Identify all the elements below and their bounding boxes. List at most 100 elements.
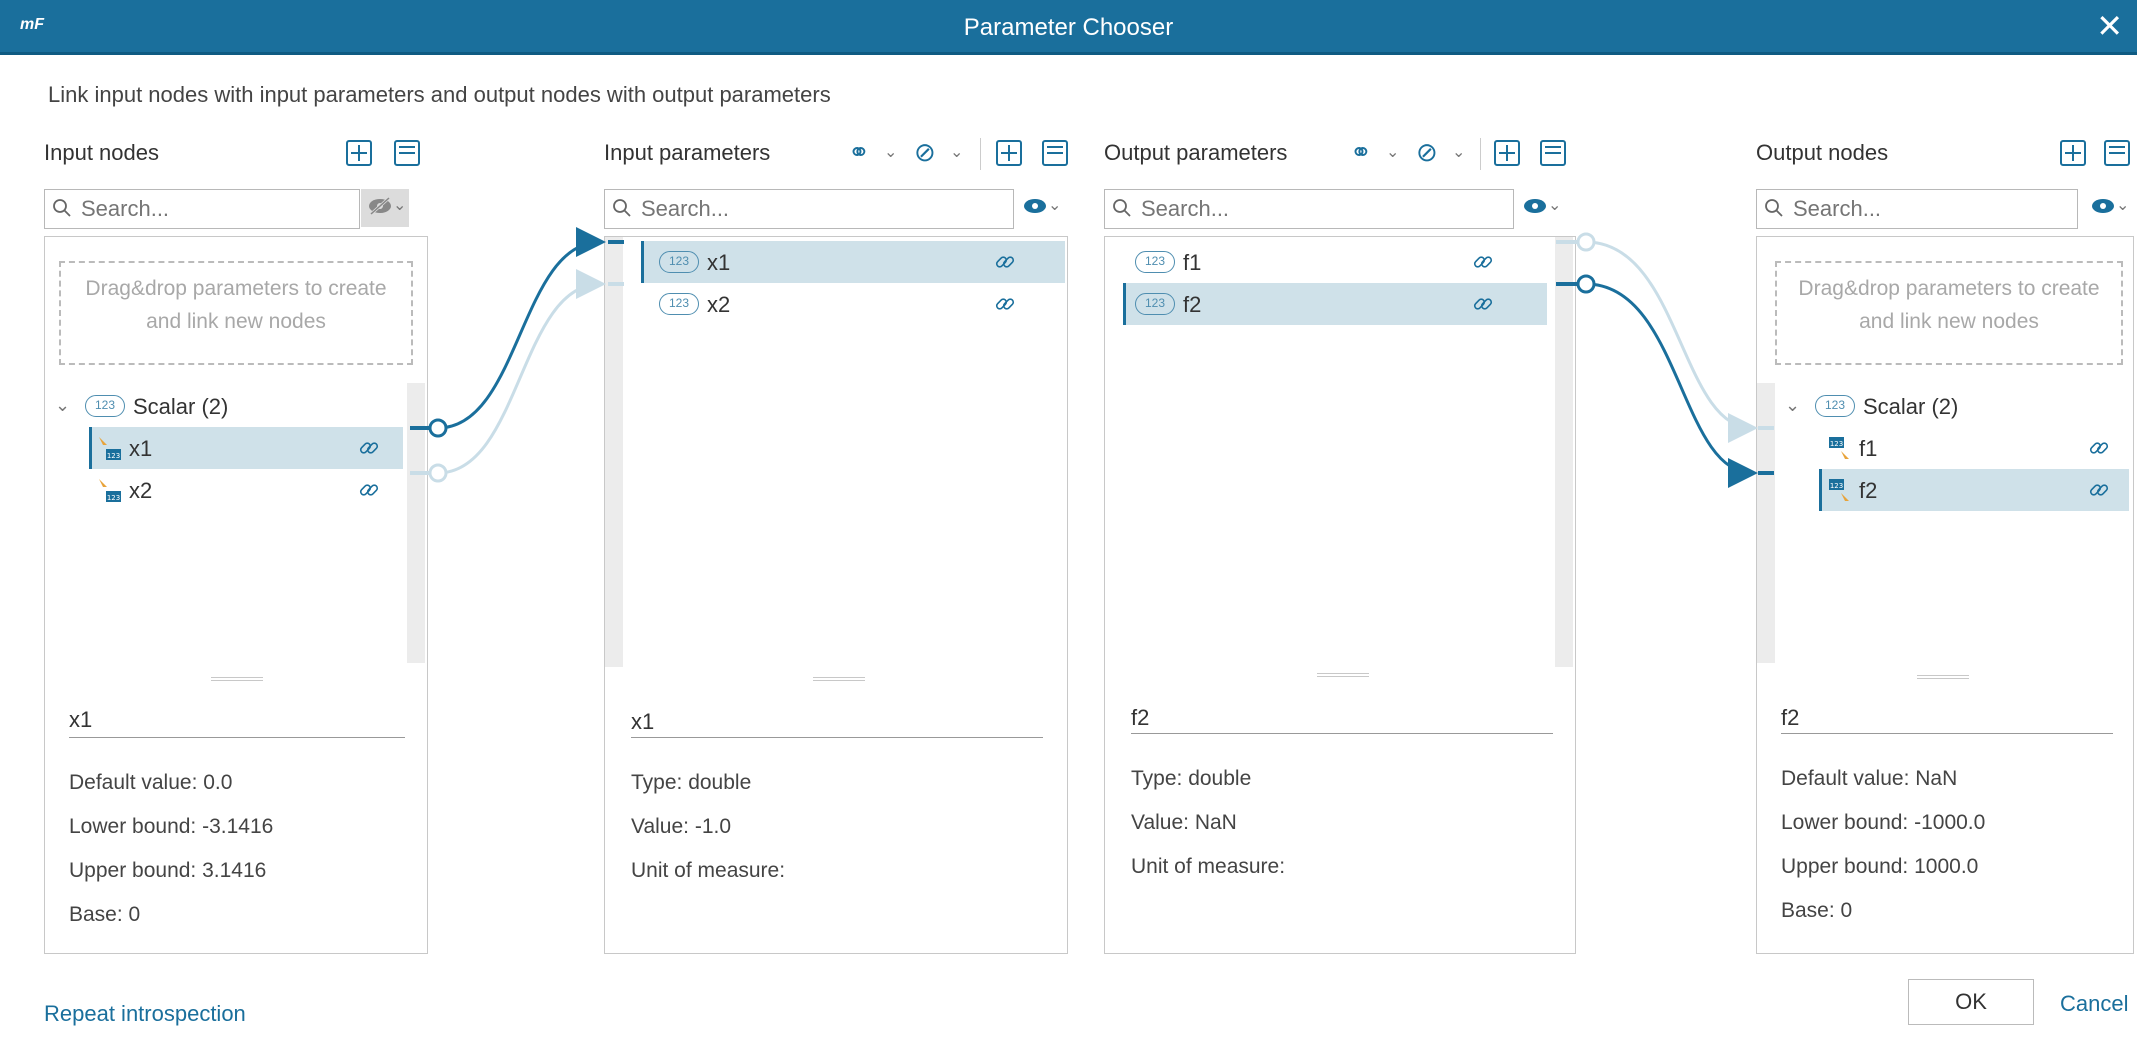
link-all-icon[interactable]: ⚭ (1350, 137, 1372, 168)
chevron-down-icon[interactable]: ⌄ (55, 395, 70, 416)
scalar-badge-icon: 123 (1815, 395, 1855, 417)
collapse-all-icon[interactable] (2104, 140, 2130, 166)
link-icon[interactable] (1471, 250, 1495, 274)
chevron-down-icon[interactable]: ⌄ (1452, 142, 1465, 162)
group-label: Scalar (2) (1863, 394, 1959, 419)
chevron-down-icon[interactable]: ⌄ (1048, 195, 1061, 215)
chevron-down-icon[interactable]: ⌄ (1386, 142, 1399, 162)
eye-icon (2092, 199, 2114, 213)
scalar-badge-icon: 123 (1135, 293, 1175, 315)
expand-all-icon[interactable] (996, 140, 1022, 166)
link-rail (1555, 237, 1573, 667)
detail-name: x1 (631, 709, 655, 734)
divider (1480, 138, 1481, 170)
scalar-badge-icon: 123 (659, 293, 699, 315)
cancel-button[interactable]: Cancel (2060, 991, 2128, 1017)
splitter-handle[interactable] (1917, 675, 1969, 679)
search-input[interactable] (1793, 190, 2049, 228)
chevron-down-icon[interactable]: ⌄ (950, 142, 963, 162)
scalar-badge-icon: 123 (1135, 251, 1175, 273)
visibility-toggle[interactable]: ⌄ (1516, 189, 1564, 227)
ok-button[interactable]: OK (1908, 979, 2034, 1025)
input-nodes-search[interactable] (44, 189, 360, 229)
expand-all-icon[interactable] (346, 140, 372, 166)
link-icon[interactable] (993, 292, 1017, 316)
search-icon (613, 199, 631, 217)
prop-default: Default value: NaN (1781, 767, 1958, 790)
unlink-all-icon[interactable]: ⊘ (914, 137, 936, 168)
param-row-x2[interactable]: 123 x2 (641, 283, 1065, 325)
expand-all-icon[interactable] (1494, 140, 1520, 166)
input-node-icon: 123 (99, 479, 121, 502)
svg-text:123: 123 (107, 494, 120, 502)
item-label: f1 (1183, 250, 1202, 275)
prop-value: Value: -1.0 (631, 815, 732, 838)
tree-item-f1[interactable]: 123 f1 (1819, 427, 2129, 469)
item-label: f2 (1183, 292, 1202, 317)
link-rail (407, 383, 425, 663)
input-parameters-search[interactable] (604, 189, 1014, 229)
splitter-handle[interactable] (813, 677, 865, 681)
search-input[interactable] (641, 190, 968, 228)
link-icon[interactable] (993, 250, 1017, 274)
tree-item-f2[interactable]: 123 f2 (1819, 469, 2129, 511)
search-input[interactable] (81, 190, 333, 228)
tree-item-x1[interactable]: 123 x1 (89, 427, 403, 469)
tree-group-scalar[interactable]: ⌄ 123 Scalar (2) (45, 385, 407, 427)
param-row-f1[interactable]: 123 f1 (1123, 241, 1547, 283)
search-icon (53, 199, 71, 217)
tree-group-scalar[interactable]: ⌄ 123 Scalar (2) (1775, 385, 2131, 427)
divider (1781, 733, 2113, 734)
output-nodes-search[interactable] (1756, 189, 2078, 229)
detail-name: f2 (1781, 705, 1800, 730)
splitter-handle[interactable] (211, 677, 263, 681)
repeat-introspection-link[interactable]: Repeat introspection (44, 1001, 246, 1027)
search-icon (1765, 199, 1783, 217)
visibility-toggle[interactable]: ⌄ (2084, 189, 2132, 227)
divider (1131, 733, 1553, 734)
tree-item-x2[interactable]: 123 x2 (89, 469, 403, 511)
chevron-down-icon[interactable]: ⌄ (2116, 195, 2129, 215)
chevron-down-icon[interactable]: ⌄ (1548, 195, 1561, 215)
close-icon[interactable]: ✕ (2096, 10, 2123, 42)
divider (980, 138, 981, 170)
link-icon[interactable] (1471, 292, 1495, 316)
collapse-all-icon[interactable] (394, 140, 420, 166)
expand-all-icon[interactable] (2060, 140, 2086, 166)
param-row-x1[interactable]: 123 x1 (641, 241, 1065, 283)
unlink-all-icon[interactable]: ⊘ (1416, 137, 1438, 168)
eye-slash-icon (369, 197, 391, 215)
eye-icon (1524, 199, 1546, 213)
link-all-icon[interactable]: ⚭ (848, 137, 870, 168)
link-icon[interactable] (2087, 436, 2111, 460)
link-icon[interactable] (357, 478, 381, 502)
chevron-down-icon[interactable]: ⌄ (1785, 395, 1800, 416)
visibility-toggle[interactable]: ⌄ (1016, 189, 1064, 227)
output-nodes-box: Drag&drop parameters to create and link … (1756, 236, 2134, 954)
search-input[interactable] (1141, 190, 1468, 228)
collapse-all-icon[interactable] (1042, 140, 1068, 166)
chevron-down-icon[interactable]: ⌄ (393, 195, 406, 215)
input-nodes-title: Input nodes (44, 140, 159, 165)
input-node-icon: 123 (99, 437, 121, 460)
param-row-f2[interactable]: 123 f2 (1123, 283, 1547, 325)
item-label: x1 (707, 250, 731, 275)
chevron-down-icon[interactable]: ⌄ (884, 142, 897, 162)
link-icon[interactable] (357, 436, 381, 460)
link-icon[interactable] (2087, 478, 2111, 502)
svg-text:123: 123 (1830, 440, 1843, 448)
dropzone-line-2: and link new nodes (1859, 310, 2039, 333)
prop-upper: Upper bound: 1000.0 (1781, 855, 1979, 878)
output-parameters-search[interactable] (1104, 189, 1514, 229)
visibility-toggle[interactable]: ⌄ (361, 189, 409, 227)
collapse-all-icon[interactable] (1540, 140, 1566, 166)
item-label: f1 (1859, 436, 1878, 461)
eye-icon (1024, 199, 1046, 213)
prop-unit: Unit of measure: (631, 859, 786, 882)
link-handle (1576, 232, 1596, 252)
splitter-handle[interactable] (1317, 673, 1369, 677)
link-handle (428, 418, 448, 438)
input-nodes-dropzone[interactable]: Drag&drop parameters to create and link … (59, 261, 413, 365)
window-title: Parameter Chooser (963, 14, 1174, 41)
output-nodes-dropzone[interactable]: Drag&drop parameters to create and link … (1775, 261, 2123, 365)
